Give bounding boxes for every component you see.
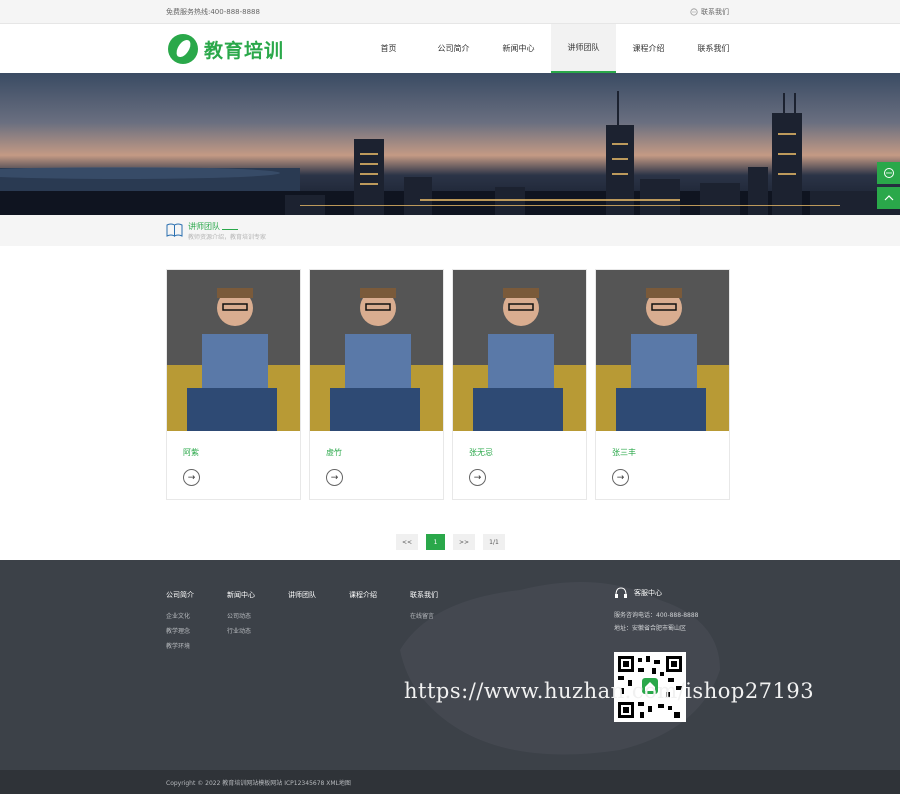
site-logo[interactable]: 教育培训 [168, 34, 284, 64]
prev-page-button[interactable]: << [396, 534, 418, 550]
nav-item-home[interactable]: 首页 [356, 24, 421, 73]
teacher-name[interactable]: 张三丰 [612, 447, 636, 458]
footer-col-courses: 课程介绍 [349, 590, 377, 600]
leaf-logo-icon [168, 34, 198, 64]
copyright-bar: Copyright © 2022 教育培训网站模板网站 ICP12345678 … [0, 770, 900, 794]
main-nav: 首页 公司简介 新闻中心 讲师团队 课程介绍 联系我们 [356, 24, 746, 73]
nav-item-news[interactable]: 新闻中心 [486, 24, 551, 73]
section-header: 讲师团队 教师资源介绍，教育培训专家 [0, 215, 900, 246]
footer-link[interactable]: 公司动态 [227, 609, 255, 624]
chat-bubble-icon [883, 168, 894, 178]
teacher-name[interactable]: 虚竹 [326, 447, 342, 458]
hotline-text: 免费服务热线:400-888-8888 [166, 8, 260, 16]
footer-link[interactable]: 教学理念 [166, 624, 194, 639]
nav-item-contact[interactable]: 联系我们 [681, 24, 746, 73]
contact-label: 联系我们 [701, 8, 729, 16]
china-map-image [400, 582, 720, 755]
hero-banner [0, 73, 900, 215]
headset-icon [615, 587, 627, 598]
service-address: 地址：安徽省合肥市蜀山区 [614, 625, 687, 632]
footer-col-title[interactable]: 新闻中心 [227, 590, 255, 600]
teacher-card[interactable]: 虚竹 → [309, 269, 444, 500]
chevron-up-icon [884, 195, 893, 201]
next-page-button[interactable]: >> [453, 534, 475, 550]
teacher-card[interactable]: 阿紫 → [166, 269, 301, 500]
page-total: 1/1 [483, 534, 505, 550]
page-1-button[interactable]: 1 [426, 534, 445, 550]
site-header: 教育培训 首页 公司简介 新闻中心 讲师团队 课程介绍 联系我们 [0, 24, 900, 73]
section-subtitle: 教师资源介绍，教育培训专家 [188, 234, 267, 241]
footer-col-title[interactable]: 公司简介 [166, 590, 194, 600]
logo-text: 教育培训 [204, 39, 285, 62]
pagination: << 1 >> 1/1 [396, 534, 505, 550]
footer-col-teachers: 讲师团队 [288, 590, 316, 600]
online-chat-button[interactable] [877, 162, 900, 184]
city-skyline-image [0, 91, 900, 215]
watermark-text: https://www.huzhan.com/ishop27193 [404, 679, 815, 703]
footer-col-about: 公司简介 企业文化 教学理念 教学环境 [166, 590, 194, 654]
service-phone: 服务咨询电话：400-888-8888 [614, 612, 699, 619]
copyright-text: Copyright © 2022 教育培训网站模板网站 ICP12345678 … [166, 780, 351, 787]
footer-col-news: 新闻中心 公司动态 行业动态 [227, 590, 255, 639]
top-bar: 免费服务热线:400-888-8888 联系我们 [0, 0, 900, 24]
nav-item-about[interactable]: 公司简介 [421, 24, 486, 73]
service-title: 客服中心 [634, 589, 662, 597]
chat-icon [690, 8, 698, 16]
title-underline [222, 229, 238, 230]
arrow-right-icon[interactable]: → [612, 469, 629, 486]
teacher-photo[interactable] [167, 270, 300, 431]
teacher-card[interactable]: 张无忌 → [452, 269, 587, 500]
section-title: 讲师团队 [188, 222, 220, 231]
footer-col-title[interactable]: 联系我们 [410, 590, 438, 600]
teacher-name[interactable]: 张无忌 [469, 447, 493, 458]
teacher-photo[interactable] [310, 270, 443, 431]
back-to-top-button[interactable] [877, 187, 900, 209]
teacher-card[interactable]: 张三丰 → [595, 269, 730, 500]
book-icon [166, 223, 183, 237]
nav-item-teachers[interactable]: 讲师团队 [551, 24, 616, 73]
footer-link[interactable]: 教学环境 [166, 639, 194, 654]
footer-link[interactable]: 企业文化 [166, 609, 194, 624]
site-footer: 公司简介 企业文化 教学理念 教学环境 新闻中心 公司动态 行业动态 讲师团队 … [0, 560, 900, 770]
footer-col-contact: 联系我们 在线留言 [410, 590, 438, 624]
nav-item-courses[interactable]: 课程介绍 [616, 24, 681, 73]
arrow-right-icon[interactable]: → [469, 469, 486, 486]
footer-col-title[interactable]: 课程介绍 [349, 590, 377, 600]
arrow-right-icon[interactable]: → [326, 469, 343, 486]
service-center: 客服中心 服务咨询电话：400-888-8888 地址：安徽省合肥市蜀山区 [614, 587, 699, 635]
arrow-right-icon[interactable]: → [183, 469, 200, 486]
teacher-list: 阿紫 → 虚竹 → 张无忌 → 张三丰 → [166, 269, 730, 500]
footer-link[interactable]: 行业动态 [227, 624, 255, 639]
teacher-photo[interactable] [596, 270, 729, 431]
footer-col-title[interactable]: 讲师团队 [288, 590, 316, 600]
footer-link[interactable]: 在线留言 [410, 609, 438, 624]
teacher-name[interactable]: 阿紫 [183, 447, 199, 458]
teacher-photo[interactable] [453, 270, 586, 431]
contact-link[interactable]: 联系我们 [690, 7, 729, 17]
